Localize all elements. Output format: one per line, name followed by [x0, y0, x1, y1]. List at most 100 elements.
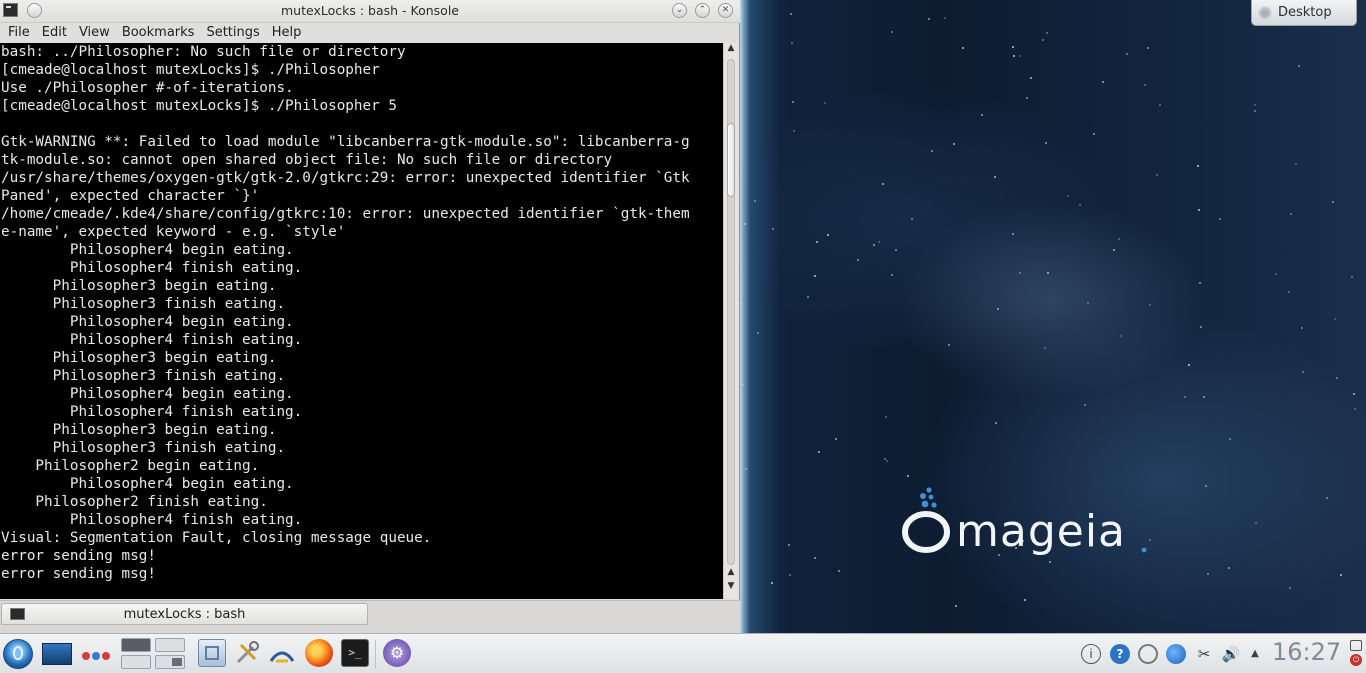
- desktop-icon: [1258, 5, 1272, 20]
- software-install-icon[interactable]: [268, 639, 296, 667]
- taskbar-separator: [375, 640, 376, 668]
- activities-icon[interactable]: [82, 652, 114, 660]
- maximize-button[interactable]: ⌃: [695, 3, 710, 18]
- scroll-thumb[interactable]: [727, 123, 735, 197]
- pager-desktop-2[interactable]: [155, 638, 185, 652]
- star-decoration: [1205, 485, 1207, 487]
- terminal-output[interactable]: bash: ../Philosopher: No such file or di…: [0, 43, 723, 599]
- menu-settings[interactable]: Settings: [200, 25, 265, 40]
- star-decoration: [1049, 561, 1051, 563]
- star-decoration: [1353, 393, 1355, 395]
- star-decoration: [886, 460, 888, 462]
- pager-desktop-1[interactable]: [121, 638, 151, 652]
- help-icon[interactable]: ?: [1110, 644, 1130, 664]
- terminal-line: Use ./Philosopher #-of-iterations.: [1, 80, 294, 96]
- scroll-down-arrow-icon[interactable]: ▼: [724, 581, 738, 595]
- show-desktop-icon[interactable]: [42, 643, 72, 665]
- star-decoration: [995, 422, 997, 424]
- scroll-up-arrow-icon[interactable]: ▲: [724, 567, 738, 581]
- volume-icon[interactable]: 🔊: [1221, 644, 1241, 664]
- virtual-desktop-pager[interactable]: [121, 638, 187, 670]
- logo-text: mageia: [956, 506, 1126, 557]
- star-decoration: [824, 102, 826, 104]
- globe-icon[interactable]: [1166, 644, 1186, 664]
- star-decoration: [891, 31, 893, 33]
- file-manager-icon[interactable]: [198, 639, 226, 667]
- star-decoration: [1144, 84, 1146, 86]
- tab-mutexlocks-bash[interactable]: mutexLocks : bash: [1, 603, 368, 625]
- star-decoration: [1102, 81, 1104, 83]
- terminal-line: /home/cmeade/.kde4/share/config/gtkrc:10…: [1, 206, 690, 222]
- star-decoration: [1093, 133, 1095, 135]
- star-decoration: [1197, 165, 1199, 167]
- star-decoration: [827, 234, 829, 236]
- star-decoration: [1126, 53, 1128, 55]
- star-decoration: [814, 275, 816, 277]
- star-decoration: [792, 101, 794, 103]
- window-titlebar[interactable]: mutexLocks : bash - Konsole ⌄ ⌃ ✕: [0, 0, 740, 23]
- star-decoration: [1351, 276, 1353, 278]
- terminal-line: [cmeade@localhost mutexLocks]$ ./Philoso…: [1, 62, 380, 78]
- star-decoration: [807, 296, 809, 298]
- menu-view[interactable]: View: [73, 25, 116, 40]
- terminal-line: Philosopher4 begin eating.: [1, 314, 294, 330]
- tray-expand-arrow-icon[interactable]: ▲: [1249, 644, 1261, 664]
- terminal-line: [cmeade@localhost mutexLocks]$ ./Philoso…: [1, 98, 397, 114]
- star-decoration: [1203, 396, 1205, 398]
- system-settings-icon[interactable]: [233, 639, 261, 667]
- menu-bookmarks[interactable]: Bookmarks: [116, 25, 201, 40]
- lock-icon[interactable]: [1350, 640, 1362, 651]
- info-icon[interactable]: i: [1081, 644, 1101, 664]
- star-decoration: [1199, 282, 1201, 284]
- pager-desktop-3[interactable]: [121, 655, 151, 669]
- star-decoration: [948, 344, 950, 346]
- star-decoration: [745, 468, 747, 470]
- star-decoration: [1207, 573, 1209, 575]
- network-icon[interactable]: [1138, 644, 1158, 664]
- minimize-button[interactable]: ⌄: [672, 3, 687, 18]
- application-launcher-icon[interactable]: [3, 639, 33, 669]
- star-decoration: [771, 582, 773, 584]
- star-decoration: [1042, 39, 1044, 41]
- scroll-up-arrow-icon[interactable]: ▲: [724, 43, 738, 57]
- terminal-scrollbar[interactable]: ▲ ▲ ▼: [723, 43, 738, 599]
- star-decoration: [1156, 174, 1158, 176]
- star-decoration: [1087, 302, 1089, 304]
- star-decoration: [791, 42, 793, 44]
- star-decoration: [1188, 364, 1190, 366]
- firefox-icon[interactable]: [305, 639, 333, 667]
- star-decoration: [789, 574, 791, 576]
- konsole-task-icon[interactable]: ⚙: [383, 639, 411, 667]
- terminal-line: Philosopher4 begin eating.: [1, 242, 294, 258]
- terminal-launcher-icon[interactable]: >_: [341, 639, 369, 667]
- star-decoration: [1045, 142, 1047, 144]
- power-icon[interactable]: ⏻: [1350, 654, 1362, 666]
- star-decoration: [981, 114, 983, 116]
- star-decoration: [1024, 599, 1026, 601]
- star-decoration: [1275, 273, 1277, 275]
- menu-bar: File Edit View Bookmarks Settings Help: [0, 22, 740, 42]
- star-decoration: [1079, 204, 1081, 206]
- menu-help[interactable]: Help: [266, 25, 308, 40]
- terminal-line: error sending msg!: [1, 566, 156, 582]
- star-decoration: [1113, 249, 1115, 251]
- star-decoration: [1298, 65, 1300, 67]
- desktop-button-label: Desktop: [1278, 5, 1332, 20]
- star-decoration: [1118, 238, 1120, 240]
- menu-file[interactable]: File: [2, 25, 36, 40]
- close-button[interactable]: ✕: [718, 3, 733, 18]
- star-decoration: [814, 557, 816, 559]
- star-decoration: [1229, 438, 1231, 440]
- clipboard-scissors-icon[interactable]: ✂: [1194, 644, 1214, 664]
- digital-clock[interactable]: 16:27: [1272, 638, 1341, 666]
- star-decoration: [1184, 396, 1186, 398]
- konsole-window: mutexLocks : bash - Konsole ⌄ ⌃ ✕ File E…: [0, 0, 740, 634]
- pager-desktop-4[interactable]: [155, 655, 185, 669]
- star-decoration: [1254, 104, 1256, 106]
- desktop-toolbox-button[interactable]: Desktop: [1251, 0, 1357, 26]
- star-decoration: [838, 570, 840, 572]
- star-decoration: [1044, 347, 1046, 349]
- terminal-line: Philosopher4 finish eating.: [1, 260, 303, 276]
- menu-edit[interactable]: Edit: [36, 25, 73, 40]
